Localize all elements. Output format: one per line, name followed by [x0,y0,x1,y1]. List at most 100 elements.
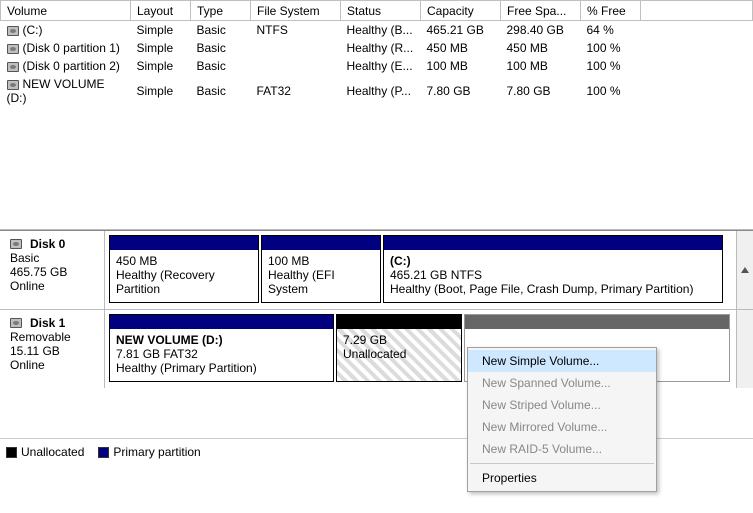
cell-volume: (C:) [1,21,131,40]
swatch-unallocated-icon [6,447,17,458]
disk0-status: Online [10,279,96,293]
cell-fs: NTFS [251,21,341,40]
volume-icon [7,26,19,36]
cell-pct: 64 % [581,21,641,40]
volume-icon [7,44,19,54]
scrollbar-track[interactable] [736,310,753,388]
disk0-info[interactable]: Disk 0 Basic 465.75 GB Online [0,231,105,309]
partition[interactable]: 450 MBHealthy (Recovery Partition [109,235,259,303]
col-volume[interactable]: Volume [1,1,131,21]
arrow-up-icon [741,267,749,273]
disk0-partitions: 450 MBHealthy (Recovery Partition100 MBH… [105,231,736,309]
col-capacity[interactable]: Capacity [421,1,501,21]
primary-stripe [110,236,258,250]
cell-free: 298.40 GB [501,21,581,40]
cell-capacity: 450 MB [421,39,501,57]
cell-pct: 100 % [581,75,641,107]
partition-size: 7.81 GB FAT32 [116,347,327,361]
menu-item: New Spanned Volume... [468,372,656,394]
disk-icon [10,239,22,249]
partition-detail: Healthy (Boot, Page File, Crash Dump, Pr… [390,282,716,296]
disk1-status: Online [10,358,96,372]
volume-table: Volume Layout Type File System Status Ca… [0,0,753,107]
partition-body: 7.29 GBUnallocated [337,329,461,381]
partition[interactable]: NEW VOLUME (D:)7.81 GB FAT32Healthy (Pri… [109,314,334,382]
cell-type: Basic [191,21,251,40]
cell-layout: Simple [131,57,191,75]
cell-status: Healthy (P... [341,75,421,107]
partition-body: 100 MBHealthy (EFI System [262,250,380,302]
partition-detail: Healthy (Recovery Partition [116,268,252,296]
partition-body: 450 MBHealthy (Recovery Partition [110,250,258,302]
cell-capacity: 100 MB [421,57,501,75]
partition-detail: Healthy (EFI System [268,268,374,296]
table-row[interactable]: (C:)SimpleBasicNTFSHealthy (B...465.21 G… [1,21,753,40]
disk0-title: Disk 0 [30,237,65,251]
disk-row-0: Disk 0 Basic 465.75 GB Online 450 MBHeal… [0,231,753,310]
cell-free: 100 MB [501,57,581,75]
menu-item[interactable]: New Simple Volume... [468,350,656,372]
partition[interactable]: 100 MBHealthy (EFI System [261,235,381,303]
cell-capacity: 465.21 GB [421,21,501,40]
ghost-stripe [465,315,729,329]
partition-size: 450 MB [116,254,252,268]
unallocated-stripe [337,315,461,329]
menu-item: New RAID-5 Volume... [468,438,656,460]
cell-type: Basic [191,57,251,75]
partition[interactable]: (C:)465.21 GB NTFSHealthy (Boot, Page Fi… [383,235,723,303]
col-pctfree[interactable]: % Free [581,1,641,21]
context-menu: New Simple Volume...New Spanned Volume..… [467,347,657,492]
col-spacer [641,1,753,21]
partition-title: (C:) [390,254,716,268]
cell-volume: NEW VOLUME (D:) [1,75,131,107]
cell-free: 7.80 GB [501,75,581,107]
disk-icon [10,318,22,328]
volume-list[interactable]: Volume Layout Type File System Status Ca… [0,0,753,230]
disk1-info[interactable]: Disk 1 Removable 15.11 GB Online [0,310,105,388]
cell-fs: FAT32 [251,75,341,107]
scroll-up-button[interactable] [736,231,753,309]
cell-fs [251,39,341,57]
disk0-size: 465.75 GB [10,265,96,279]
cell-free: 450 MB [501,39,581,57]
cell-volume: (Disk 0 partition 1) [1,39,131,57]
menu-item: New Mirrored Volume... [468,416,656,438]
table-row[interactable]: (Disk 0 partition 2)SimpleBasicHealthy (… [1,57,753,75]
cell-fs [251,57,341,75]
partition-title: NEW VOLUME (D:) [116,333,327,347]
partition-detail: Unallocated [343,347,455,361]
cell-pct: 100 % [581,39,641,57]
menu-separator [470,463,654,464]
table-row[interactable]: (Disk 0 partition 1)SimpleBasicHealthy (… [1,39,753,57]
col-type[interactable]: Type [191,1,251,21]
col-free[interactable]: Free Spa... [501,1,581,21]
legend: Unallocated Primary partition [6,445,201,459]
cell-status: Healthy (R... [341,39,421,57]
partition-body: NEW VOLUME (D:)7.81 GB FAT32Healthy (Pri… [110,329,333,381]
cell-type: Basic [191,39,251,57]
col-layout[interactable]: Layout [131,1,191,21]
col-filesystem[interactable]: File System [251,1,341,21]
partition-body: (C:)465.21 GB NTFSHealthy (Boot, Page Fi… [384,250,722,302]
legend-unallocated: Unallocated [6,445,84,459]
disk1-type: Removable [10,330,96,344]
cell-type: Basic [191,75,251,107]
partition-detail: Healthy (Primary Partition) [116,361,327,375]
primary-stripe [384,236,722,250]
menu-item-properties[interactable]: Properties [468,467,656,489]
disk1-size: 15.11 GB [10,344,96,358]
col-status[interactable]: Status [341,1,421,21]
partition-size: 100 MB [268,254,374,268]
disk0-type: Basic [10,251,96,265]
cell-status: Healthy (B... [341,21,421,40]
cell-pct: 100 % [581,57,641,75]
disk1-title: Disk 1 [30,316,65,330]
partition[interactable]: 7.29 GBUnallocated [336,314,462,382]
cell-status: Healthy (E... [341,57,421,75]
table-header-row: Volume Layout Type File System Status Ca… [1,1,753,21]
table-row[interactable]: NEW VOLUME (D:)SimpleBasicFAT32Healthy (… [1,75,753,107]
primary-stripe [110,315,333,329]
volume-icon [7,62,19,72]
swatch-primary-icon [98,447,109,458]
cell-capacity: 7.80 GB [421,75,501,107]
